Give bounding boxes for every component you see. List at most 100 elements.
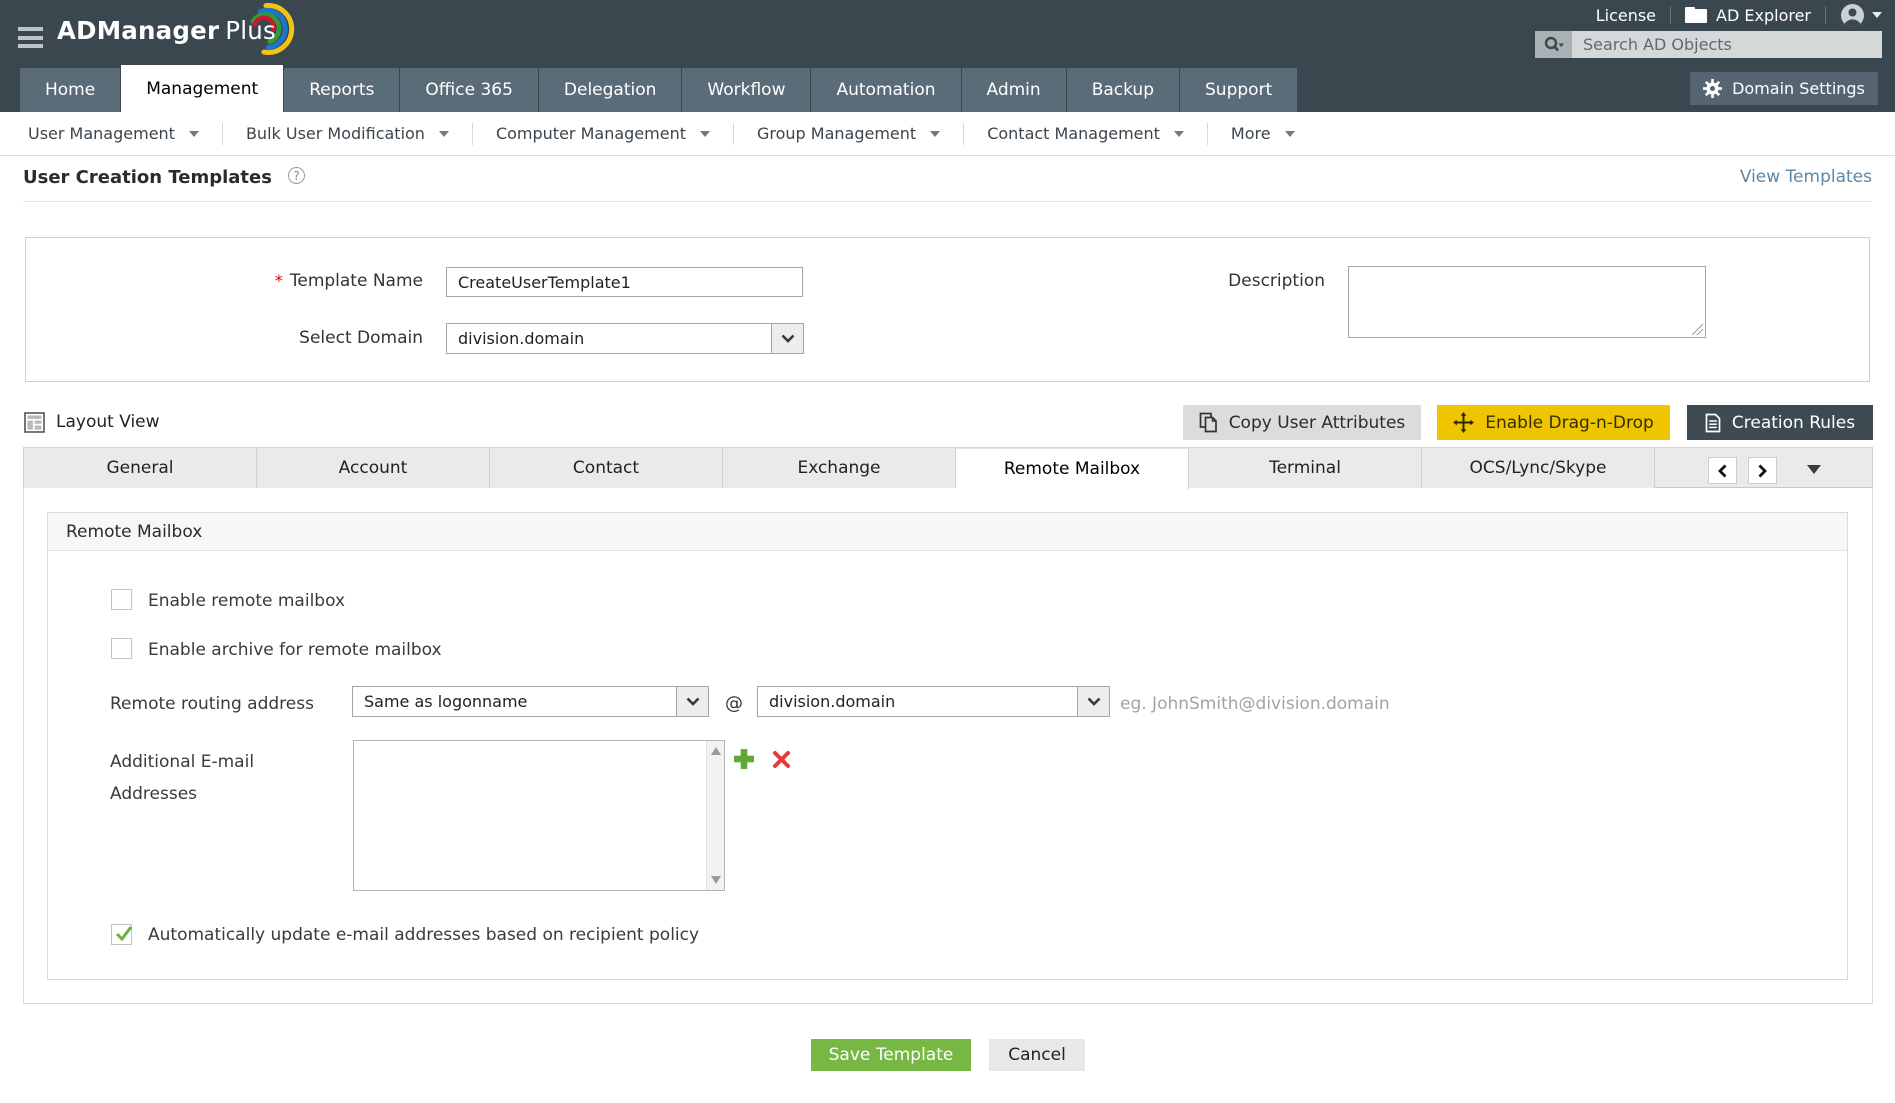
subnav-label: Contact Management [987, 124, 1160, 143]
enable-drag-n-drop-button[interactable]: Enable Drag-n-Drop [1437, 405, 1670, 440]
chevron-down-icon [686, 697, 699, 706]
template-info-panel: * Template Name Select Domain division.do… [25, 237, 1870, 382]
textarea-scrollbar[interactable] [706, 741, 724, 890]
divider [732, 122, 734, 145]
tab-general[interactable]: General [24, 448, 257, 488]
cancel-button[interactable]: Cancel [989, 1039, 1085, 1071]
copy-user-attributes-label: Copy User Attributes [1228, 412, 1406, 433]
check-icon [115, 926, 133, 942]
top-header-bar: ADManager Plus License AD Explorer Searc… [0, 0, 1895, 112]
dropdown-button[interactable] [676, 687, 708, 716]
divider [963, 122, 965, 145]
tab-remote-mailbox[interactable]: Remote Mailbox [956, 448, 1189, 490]
template-name-input[interactable] [446, 267, 803, 297]
enable-archive-label: Enable archive for remote mailbox [148, 640, 442, 660]
select-domain-label: Select Domain [299, 328, 423, 348]
domain-settings-button[interactable]: Domain Settings [1690, 72, 1878, 105]
domain-settings-label: Domain Settings [1732, 79, 1865, 98]
divider [471, 122, 473, 145]
at-sign: @ [725, 693, 743, 714]
nav-tab-home[interactable]: Home [20, 68, 121, 112]
tab-exchange[interactable]: Exchange [723, 448, 956, 488]
select-domain-value: division.domain [458, 329, 585, 348]
chevron-down-icon [1173, 130, 1184, 137]
hamburger-menu-icon[interactable] [18, 27, 43, 48]
search-input[interactable] [1572, 31, 1882, 58]
search-scope-button[interactable] [1535, 31, 1572, 58]
nav-tab-backup[interactable]: Backup [1066, 68, 1180, 112]
tabs-overflow-menu-icon[interactable] [1807, 465, 1821, 474]
tab-account[interactable]: Account [257, 448, 490, 488]
enable-remote-mailbox-checkbox[interactable] [111, 589, 132, 610]
template-name-label: * Template Name [176, 271, 423, 291]
description-textarea[interactable] [1348, 266, 1706, 338]
remote-routing-address-label: Remote routing address [110, 694, 314, 714]
dropdown-button[interactable] [771, 324, 803, 353]
remove-email-button[interactable] [772, 750, 791, 769]
divider [221, 122, 223, 145]
chevron-down-icon [1087, 697, 1100, 706]
folder-icon [1685, 7, 1708, 23]
scroll-up-icon[interactable] [711, 747, 721, 755]
additional-email-label-line1: Additional E-mail [110, 752, 255, 772]
routing-address-dropdown[interactable]: Same as logonname [352, 686, 709, 717]
page-title-row: User Creation Templates ? View Templates [23, 157, 1872, 202]
additional-email-label-line2: Addresses [110, 784, 198, 804]
nav-tab-admin[interactable]: Admin [961, 68, 1066, 112]
app-logo: ADManager Plus [57, 16, 276, 45]
nav-tab-workflow[interactable]: Workflow [682, 68, 811, 112]
resize-grip[interactable] [1690, 322, 1704, 336]
tab-ocs-lync-skype[interactable]: OCS/Lync/Skype [1422, 448, 1655, 488]
subnav-more[interactable]: More [1231, 124, 1295, 143]
template-section-tabs: General Account Contact Exchange Remote … [23, 447, 1873, 490]
chevron-down-icon [1284, 130, 1295, 137]
add-email-button[interactable] [734, 749, 754, 769]
nav-tab-office-365[interactable]: Office 365 [400, 68, 538, 112]
subnav-label: User Management [28, 124, 175, 143]
chevron-down-icon [1872, 12, 1882, 18]
tab-terminal[interactable]: Terminal [1189, 448, 1422, 488]
help-icon[interactable]: ? [288, 167, 305, 184]
avatar-icon [1841, 3, 1864, 27]
subnav-group-management[interactable]: Group Management [757, 124, 941, 143]
enable-archive-checkbox[interactable] [111, 638, 132, 659]
template-name-label-text: Template Name [289, 271, 423, 291]
subnav-bulk-user-modification[interactable]: Bulk User Modification [246, 124, 449, 143]
select-domain-dropdown[interactable]: division.domain [446, 323, 804, 354]
ad-explorer-link[interactable]: AD Explorer [1685, 6, 1811, 25]
page-title: User Creation Templates [23, 167, 272, 188]
view-templates-link[interactable]: View Templates [1740, 167, 1872, 187]
subnav-label: Bulk User Modification [245, 124, 425, 143]
brand-name-light: Plus [225, 16, 276, 45]
save-template-button[interactable]: Save Template [811, 1039, 971, 1071]
recipient-policy-checkbox[interactable] [111, 924, 133, 945]
nav-tab-management[interactable]: Management [121, 65, 284, 112]
tabs-scroll-left-button[interactable] [1708, 457, 1737, 484]
nav-tab-delegation[interactable]: Delegation [538, 68, 682, 112]
tabs-scroll-right-button[interactable] [1748, 457, 1777, 484]
layout-toolbar: Layout View Copy User Attributes Enable … [0, 405, 1895, 440]
chevron-down-icon [438, 130, 449, 137]
additional-email-textarea[interactable] [353, 740, 725, 891]
subnav-contact-management[interactable]: Contact Management [987, 124, 1184, 143]
subnav-computer-management[interactable]: Computer Management [496, 124, 710, 143]
creation-rules-label: Creation Rules [1731, 412, 1856, 433]
routing-domain-dropdown[interactable]: division.domain [757, 686, 1110, 717]
copy-user-attributes-button[interactable]: Copy User Attributes [1183, 405, 1421, 440]
chevron-left-icon [1718, 464, 1727, 477]
user-account-menu[interactable] [1840, 3, 1882, 28]
creation-rules-button[interactable]: Creation Rules [1687, 405, 1873, 440]
footer-actions: Save Template Cancel [0, 1039, 1895, 1071]
dropdown-button[interactable] [1077, 687, 1109, 716]
subnav-user-management[interactable]: User Management [28, 124, 199, 143]
nav-tab-automation[interactable]: Automation [811, 68, 961, 112]
nav-tab-reports[interactable]: Reports [284, 68, 400, 112]
scroll-down-icon[interactable] [711, 876, 721, 884]
license-link[interactable]: License [1596, 6, 1656, 25]
remote-mailbox-panel: Remote Mailbox Enable remote mailbox Ena… [47, 512, 1848, 980]
management-subnav: User Management Bulk User Modification C… [0, 112, 1895, 156]
gear-icon [1703, 79, 1723, 98]
nav-tab-support[interactable]: Support [1180, 68, 1298, 112]
ad-search-bar [1535, 31, 1882, 58]
tab-contact[interactable]: Contact [490, 448, 723, 488]
